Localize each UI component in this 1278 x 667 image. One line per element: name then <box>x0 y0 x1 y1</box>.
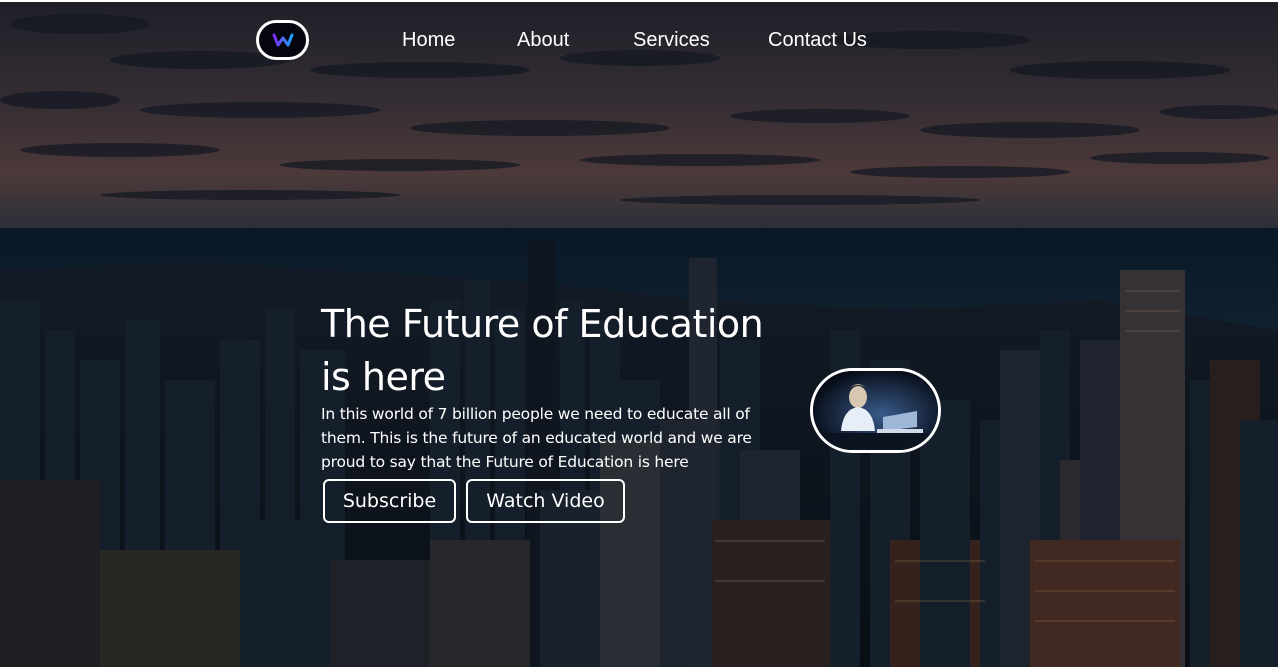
subscribe-button[interactable]: Subscribe <box>323 479 456 523</box>
nav-link-about[interactable]: About <box>517 29 569 52</box>
logo-w-icon <box>272 33 293 47</box>
logo-button[interactable] <box>256 20 309 60</box>
watch-video-button[interactable]: Watch Video <box>466 479 625 523</box>
student-at-laptop-image <box>810 368 941 453</box>
hero-description: In this world of 7 billion people we nee… <box>321 405 752 471</box>
nav-link-services[interactable]: Services <box>633 29 710 52</box>
hero-title: The Future of Education is here <box>321 302 764 399</box>
navbar: Home About Services Contact Us <box>0 2 1278 78</box>
nav-link-contact-us[interactable]: Contact Us <box>768 29 867 52</box>
nav-link-home[interactable]: Home <box>402 29 455 52</box>
